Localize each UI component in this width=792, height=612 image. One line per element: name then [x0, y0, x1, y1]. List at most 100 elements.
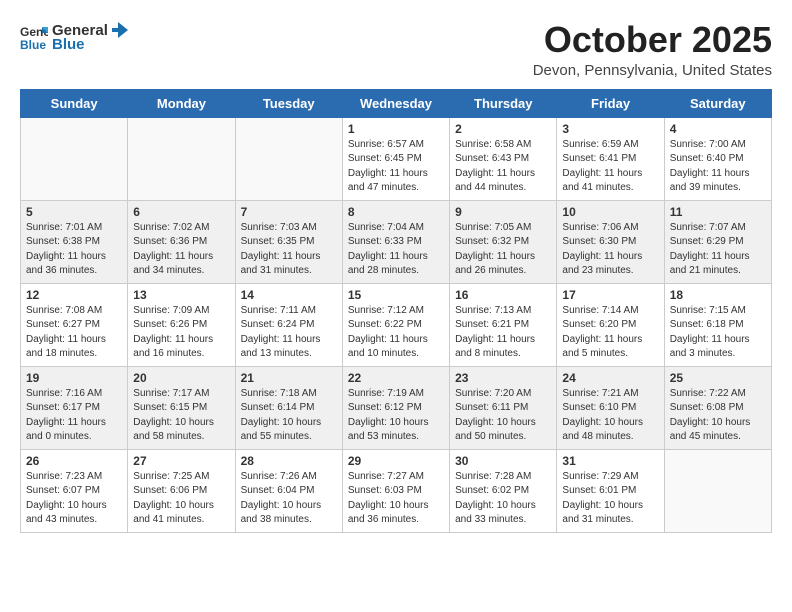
- calendar-week-row: 26 Sunrise: 7:23 AM Sunset: 6:07 PM Dayli…: [21, 449, 772, 532]
- day-info: Sunrise: 7:18 AM Sunset: 6:14 PM Dayligh…: [241, 387, 337, 445]
- day-info: Sunrise: 7:01 AM Sunset: 6:38 PM Dayligh…: [26, 221, 122, 279]
- day-number: 10: [562, 205, 658, 219]
- day-info: Sunrise: 7:06 AM Sunset: 6:30 PM Dayligh…: [562, 221, 658, 279]
- day-info: Sunrise: 7:11 AM Sunset: 6:24 PM Dayligh…: [241, 304, 337, 362]
- day-info: Sunrise: 7:26 AM Sunset: 6:04 PM Dayligh…: [241, 470, 337, 528]
- day-number: 22: [348, 371, 444, 385]
- calendar-cell: 12Sunrise: 7:08 AM Sunset: 6:27 PM Dayli…: [21, 283, 128, 366]
- calendar-cell: 2 Sunrise: 6:58 AM Sunset: 6:43 PM Daylig…: [450, 117, 557, 200]
- calendar-cell: 5 Sunrise: 7:01 AM Sunset: 6:38 PM Daylig…: [21, 200, 128, 283]
- calendar-cell: 20 Sunrise: 7:17 AM Sunset: 6:15 PM Dayli…: [128, 366, 235, 449]
- day-info: Sunrise: 7:09 AM Sunset: 6:26 PM Dayligh…: [133, 304, 229, 362]
- day-info: Sunrise: 7:21 AM Sunset: 6:10 PM Dayligh…: [562, 387, 658, 445]
- calendar-week-row: 12Sunrise: 7:08 AM Sunset: 6:27 PM Dayli…: [21, 283, 772, 366]
- calendar-cell: 10 Sunrise: 7:06 AM Sunset: 6:30 PM Dayli…: [557, 200, 664, 283]
- calendar-cell: 17 Sunrise: 7:14 AM Sunset: 6:20 PM Dayli…: [557, 283, 664, 366]
- calendar-cell: 11 Sunrise: 7:07 AM Sunset: 6:29 PM Dayli…: [664, 200, 771, 283]
- calendar-week-row: 5 Sunrise: 7:01 AM Sunset: 6:38 PM Daylig…: [21, 200, 772, 283]
- calendar-cell: 4 Sunrise: 7:00 AM Sunset: 6:40 PM Daylig…: [664, 117, 771, 200]
- calendar-cell: [664, 449, 771, 532]
- calendar-cell: 22 Sunrise: 7:19 AM Sunset: 6:12 PM Dayli…: [342, 366, 449, 449]
- day-number: 24: [562, 371, 658, 385]
- day-info: Sunrise: 7:05 AM Sunset: 6:32 PM Dayligh…: [455, 221, 551, 279]
- day-number: 30: [455, 454, 551, 468]
- day-number: 21: [241, 371, 337, 385]
- calendar-cell: 26 Sunrise: 7:23 AM Sunset: 6:07 PM Dayli…: [21, 449, 128, 532]
- weekday-header-sunday: Sunday: [21, 89, 128, 117]
- day-info: Sunrise: 6:57 AM Sunset: 6:45 PM Dayligh…: [348, 138, 444, 196]
- day-info: Sunrise: 7:17 AM Sunset: 6:15 PM Dayligh…: [133, 387, 229, 445]
- calendar-cell: 31 Sunrise: 7:29 AM Sunset: 6:01 PM Dayli…: [557, 449, 664, 532]
- day-number: 17: [562, 288, 658, 302]
- day-info: Sunrise: 7:12 AM Sunset: 6:22 PM Dayligh…: [348, 304, 444, 362]
- day-number: 2: [455, 122, 551, 136]
- day-number: 16: [455, 288, 551, 302]
- weekday-header-tuesday: Tuesday: [235, 89, 342, 117]
- month-title: October 2025: [533, 20, 772, 60]
- day-number: 25: [670, 371, 766, 385]
- day-info: Sunrise: 7:16 AM Sunset: 6:17 PM Dayligh…: [26, 387, 122, 445]
- calendar-cell: 29 Sunrise: 7:27 AM Sunset: 6:03 PM Dayli…: [342, 449, 449, 532]
- day-number: 11: [670, 205, 766, 219]
- calendar-cell: 30Sunrise: 7:28 AM Sunset: 6:02 PM Dayli…: [450, 449, 557, 532]
- day-info: Sunrise: 6:59 AM Sunset: 6:41 PM Dayligh…: [562, 138, 658, 196]
- day-info: Sunrise: 7:03 AM Sunset: 6:35 PM Dayligh…: [241, 221, 337, 279]
- day-number: 27: [133, 454, 229, 468]
- weekday-header-monday: Monday: [128, 89, 235, 117]
- calendar-week-row: 1Sunrise: 6:57 AM Sunset: 6:45 PM Daylig…: [21, 117, 772, 200]
- day-number: 18: [670, 288, 766, 302]
- location-subtitle: Devon, Pennsylvania, United States: [533, 62, 772, 79]
- day-number: 19: [26, 371, 122, 385]
- calendar-cell: [128, 117, 235, 200]
- day-info: Sunrise: 7:20 AM Sunset: 6:11 PM Dayligh…: [455, 387, 551, 445]
- calendar-cell: 25 Sunrise: 7:22 AM Sunset: 6:08 PM Dayli…: [664, 366, 771, 449]
- day-number: 3: [562, 122, 658, 136]
- calendar-cell: 18Sunrise: 7:15 AM Sunset: 6:18 PM Dayli…: [664, 283, 771, 366]
- calendar-cell: 7Sunrise: 7:03 AM Sunset: 6:35 PM Daylig…: [235, 200, 342, 283]
- day-number: 20: [133, 371, 229, 385]
- calendar-cell: 27 Sunrise: 7:25 AM Sunset: 6:06 PM Dayli…: [128, 449, 235, 532]
- weekday-header-saturday: Saturday: [664, 89, 771, 117]
- calendar-cell: 28 Sunrise: 7:26 AM Sunset: 6:04 PM Dayli…: [235, 449, 342, 532]
- day-info: Sunrise: 7:29 AM Sunset: 6:01 PM Dayligh…: [562, 470, 658, 528]
- svg-text:Blue: Blue: [20, 38, 46, 51]
- day-number: 9: [455, 205, 551, 219]
- day-number: 26: [26, 454, 122, 468]
- calendar-cell: 19 Sunrise: 7:16 AM Sunset: 6:17 PM Dayli…: [21, 366, 128, 449]
- day-number: 31: [562, 454, 658, 468]
- logo-arrow-icon: [110, 20, 130, 40]
- calendar-cell: 16Sunrise: 7:13 AM Sunset: 6:21 PM Dayli…: [450, 283, 557, 366]
- day-info: Sunrise: 7:22 AM Sunset: 6:08 PM Dayligh…: [670, 387, 766, 445]
- calendar-cell: 23 Sunrise: 7:20 AM Sunset: 6:11 PM Dayli…: [450, 366, 557, 449]
- weekday-header-wednesday: Wednesday: [342, 89, 449, 117]
- day-info: Sunrise: 7:07 AM Sunset: 6:29 PM Dayligh…: [670, 221, 766, 279]
- day-number: 28: [241, 454, 337, 468]
- weekday-header-friday: Friday: [557, 89, 664, 117]
- day-info: Sunrise: 7:00 AM Sunset: 6:40 PM Dayligh…: [670, 138, 766, 196]
- weekday-header-row: SundayMondayTuesdayWednesdayThursdayFrid…: [21, 89, 772, 117]
- day-number: 14: [241, 288, 337, 302]
- day-info: Sunrise: 7:02 AM Sunset: 6:36 PM Dayligh…: [133, 221, 229, 279]
- day-info: Sunrise: 7:25 AM Sunset: 6:06 PM Dayligh…: [133, 470, 229, 528]
- title-section: October 2025 Devon, Pennsylvania, United…: [533, 20, 772, 79]
- day-number: 8: [348, 205, 444, 219]
- calendar-cell: 15 Sunrise: 7:12 AM Sunset: 6:22 PM Dayli…: [342, 283, 449, 366]
- day-info: Sunrise: 7:19 AM Sunset: 6:12 PM Dayligh…: [348, 387, 444, 445]
- calendar-cell: [235, 117, 342, 200]
- day-number: 15: [348, 288, 444, 302]
- calendar-cell: 6 Sunrise: 7:02 AM Sunset: 6:36 PM Daylig…: [128, 200, 235, 283]
- calendar-cell: 14 Sunrise: 7:11 AM Sunset: 6:24 PM Dayli…: [235, 283, 342, 366]
- day-number: 6: [133, 205, 229, 219]
- day-info: Sunrise: 6:58 AM Sunset: 6:43 PM Dayligh…: [455, 138, 551, 196]
- day-info: Sunrise: 7:14 AM Sunset: 6:20 PM Dayligh…: [562, 304, 658, 362]
- day-number: 5: [26, 205, 122, 219]
- weekday-header-thursday: Thursday: [450, 89, 557, 117]
- day-number: 23: [455, 371, 551, 385]
- logo-icon: General Blue: [20, 23, 48, 51]
- day-info: Sunrise: 7:27 AM Sunset: 6:03 PM Dayligh…: [348, 470, 444, 528]
- day-info: Sunrise: 7:23 AM Sunset: 6:07 PM Dayligh…: [26, 470, 122, 528]
- day-number: 4: [670, 122, 766, 136]
- day-number: 29: [348, 454, 444, 468]
- day-number: 13: [133, 288, 229, 302]
- calendar-week-row: 19 Sunrise: 7:16 AM Sunset: 6:17 PM Dayli…: [21, 366, 772, 449]
